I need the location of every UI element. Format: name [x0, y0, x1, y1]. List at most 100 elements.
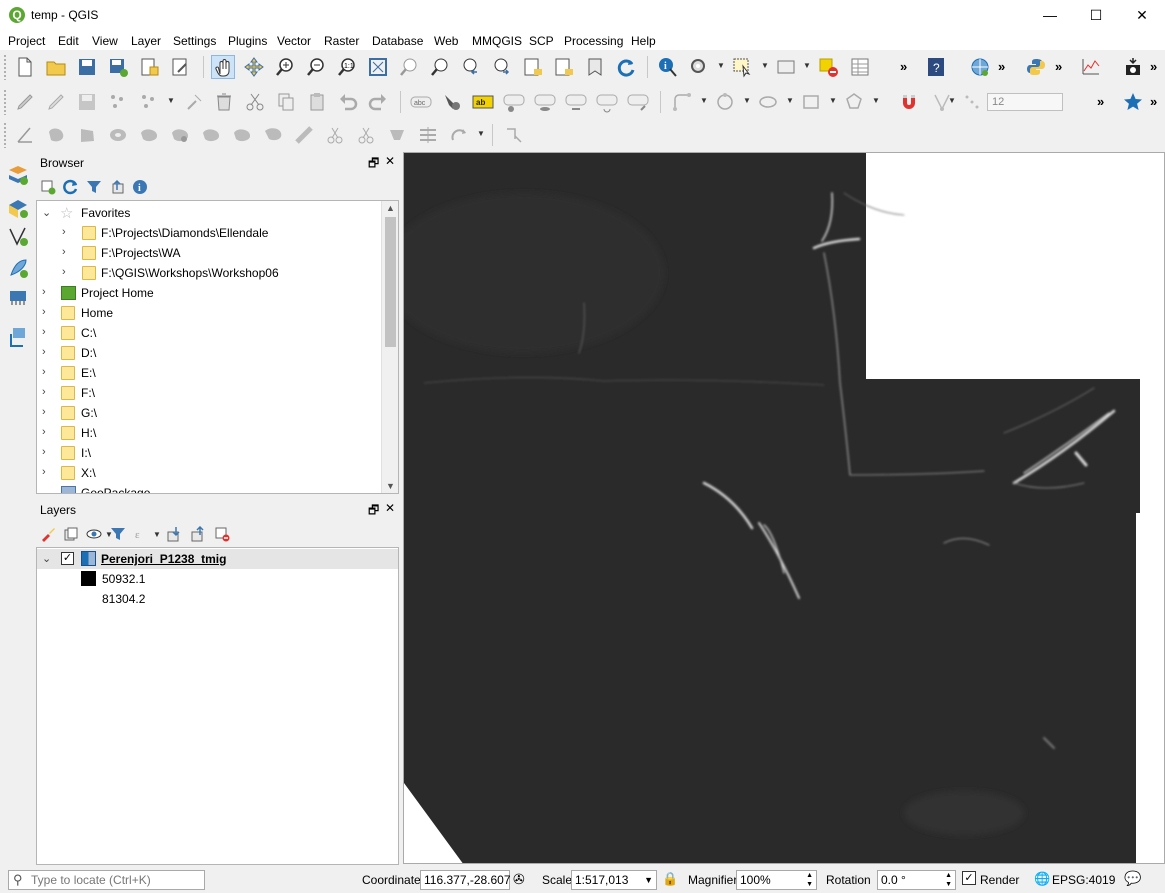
- spinner-arrows-icon[interactable]: ▲ ▼: [806, 871, 813, 889]
- offset-curve-icon[interactable]: [230, 123, 254, 147]
- toolbar-overflow-4[interactable]: »: [1150, 59, 1157, 74]
- toggle-editing-icon[interactable]: [44, 90, 68, 114]
- expand-all-icon[interactable]: [164, 524, 184, 544]
- deselect-all-icon[interactable]: [816, 55, 840, 79]
- render-checkbox[interactable]: ✓: [962, 871, 976, 885]
- save-edits-icon[interactable]: [75, 90, 99, 114]
- collapse-arrow-icon[interactable]: ⌄: [42, 206, 51, 219]
- menu-raster[interactable]: Raster: [324, 34, 359, 48]
- menu-database[interactable]: Database: [372, 34, 423, 48]
- messages-icon[interactable]: 💬: [1124, 870, 1141, 887]
- expand-arrow-icon[interactable]: ›: [42, 346, 46, 358]
- browser-scrollbar[interactable]: ▲ ▼: [381, 201, 398, 493]
- expand-arrow-icon[interactable]: ›: [62, 266, 66, 278]
- zoom-out-icon[interactable]: [304, 55, 328, 79]
- select-features-icon[interactable]: [730, 55, 754, 79]
- help-icon[interactable]: ?: [924, 55, 948, 79]
- tree-item-drive[interactable]: › H:\: [37, 423, 398, 443]
- cut-features-icon[interactable]: [243, 90, 267, 114]
- toolbar-grip[interactable]: [3, 89, 7, 115]
- magnifier-spinbox[interactable]: 100% ▲ ▼: [736, 870, 817, 890]
- tree-item-favorite[interactable]: › F:\QGIS\Workshops\Workshop06: [37, 263, 398, 283]
- add-selected-layers-icon[interactable]: [38, 177, 58, 197]
- layer-visibility-checkbox[interactable]: ✓: [61, 552, 74, 565]
- add-delimited-text-icon[interactable]: [5, 255, 31, 281]
- toolbar-overflow-1[interactable]: »: [900, 59, 907, 74]
- digitize-shape-icon[interactable]: [670, 90, 694, 114]
- expand-arrow-icon[interactable]: ›: [62, 246, 66, 258]
- delete-part-icon[interactable]: [168, 123, 192, 147]
- scroll-up-icon[interactable]: ▲: [386, 203, 395, 213]
- filter-expression-icon[interactable]: ε: [132, 524, 152, 544]
- change-label-icon[interactable]: [626, 90, 650, 114]
- tree-item-drive[interactable]: › G:\: [37, 403, 398, 423]
- layer-labeling-icon[interactable]: [440, 90, 464, 114]
- vertex-tool-icon[interactable]: [137, 90, 161, 114]
- current-edits-icon[interactable]: [13, 90, 37, 114]
- map-canvas[interactable]: [403, 152, 1165, 864]
- close-button[interactable]: ✕: [1119, 0, 1165, 30]
- new-map-view-icon[interactable]: [521, 55, 545, 79]
- locator-search-input[interactable]: Type to locate (Ctrl+K): [8, 870, 205, 890]
- modify-attributes-icon[interactable]: [182, 90, 206, 114]
- show-hide-label-icon[interactable]: [533, 90, 557, 114]
- zoom-next-icon[interactable]: [490, 55, 514, 79]
- collapse-all-layers-icon[interactable]: [188, 524, 208, 544]
- menu-plugins[interactable]: Plugins: [228, 34, 267, 48]
- browser-refresh-icon[interactable]: [61, 177, 81, 197]
- manage-map-themes-icon[interactable]: [84, 524, 104, 544]
- toolbar-grip[interactable]: [3, 122, 7, 148]
- digitize-polygon-icon[interactable]: [842, 90, 866, 114]
- add-group-icon[interactable]: [61, 524, 81, 544]
- zoom-native-icon[interactable]: 1:1: [335, 55, 359, 79]
- highlight-label-icon[interactable]: ab: [471, 90, 495, 114]
- tree-item-drive[interactable]: › C:\: [37, 323, 398, 343]
- tree-item-favorites[interactable]: ⌄ ☆ Favorites: [37, 203, 398, 223]
- digitize-circle-icon[interactable]: [713, 90, 737, 114]
- expand-arrow-icon[interactable]: ›: [42, 326, 46, 338]
- dropdown-arrow-icon[interactable]: ▼: [644, 871, 653, 889]
- spinner-arrows-icon[interactable]: ▲ ▼: [945, 871, 952, 889]
- expand-arrow-icon[interactable]: ›: [42, 366, 46, 378]
- enable-properties-icon[interactable]: i: [130, 177, 150, 197]
- zoom-to-layer-icon[interactable]: [428, 55, 452, 79]
- menu-processing[interactable]: Processing: [564, 34, 623, 48]
- measure-angle-icon[interactable]: [13, 123, 37, 147]
- tree-item-drive[interactable]: › X:\: [37, 463, 398, 483]
- add-point-icon[interactable]: [106, 90, 130, 114]
- select-by-value-icon[interactable]: [774, 55, 798, 79]
- copy-features-icon[interactable]: [274, 90, 298, 114]
- delete-selected-icon[interactable]: [212, 90, 236, 114]
- undo-icon[interactable]: [336, 90, 360, 114]
- redo-icon[interactable]: [366, 90, 390, 114]
- coordinate-field[interactable]: 116.377,-28.607: [420, 870, 511, 890]
- menu-web[interactable]: Web: [434, 34, 458, 48]
- bookmark-icon[interactable]: [583, 55, 607, 79]
- menu-mmqgis[interactable]: MMQGIS: [472, 34, 522, 48]
- browser-filter-icon[interactable]: [84, 177, 104, 197]
- rotation-spinbox[interactable]: 0.0 ° ▲ ▼: [877, 870, 956, 890]
- add-raster-layer-icon[interactable]: [5, 195, 31, 221]
- crs-label[interactable]: EPSG:4019: [1052, 873, 1115, 887]
- star-plugin-icon[interactable]: [1121, 90, 1145, 114]
- digitize-ellipse-icon[interactable]: [756, 90, 780, 114]
- open-project-icon[interactable]: [44, 55, 68, 79]
- split-parts-icon[interactable]: [354, 123, 378, 147]
- browser-float-button[interactable]: 🗗: [368, 154, 379, 175]
- add-wfs-layer-icon[interactable]: [5, 324, 31, 350]
- expand-arrow-icon[interactable]: ›: [42, 426, 46, 438]
- layer-row[interactable]: ⌄ ✓ Perenjori_P1238_tmig: [37, 549, 398, 569]
- scrollbar-thumb[interactable]: [385, 217, 396, 347]
- fill-ring-icon[interactable]: [106, 123, 130, 147]
- snap-type-icon[interactable]: [960, 90, 984, 114]
- zoom-in-icon[interactable]: [273, 55, 297, 79]
- add-part-icon[interactable]: [75, 123, 99, 147]
- advanced-digitizing-icon[interactable]: [503, 123, 527, 147]
- menu-view[interactable]: View: [92, 34, 118, 48]
- expand-arrow-icon[interactable]: ›: [62, 226, 66, 238]
- identify-icon[interactable]: i: [656, 55, 680, 79]
- scroll-down-icon[interactable]: ▼: [386, 481, 395, 491]
- menu-layer[interactable]: Layer: [131, 34, 161, 48]
- expand-arrow-icon[interactable]: ›: [42, 466, 46, 478]
- add-wms-layer-icon[interactable]: [5, 285, 31, 311]
